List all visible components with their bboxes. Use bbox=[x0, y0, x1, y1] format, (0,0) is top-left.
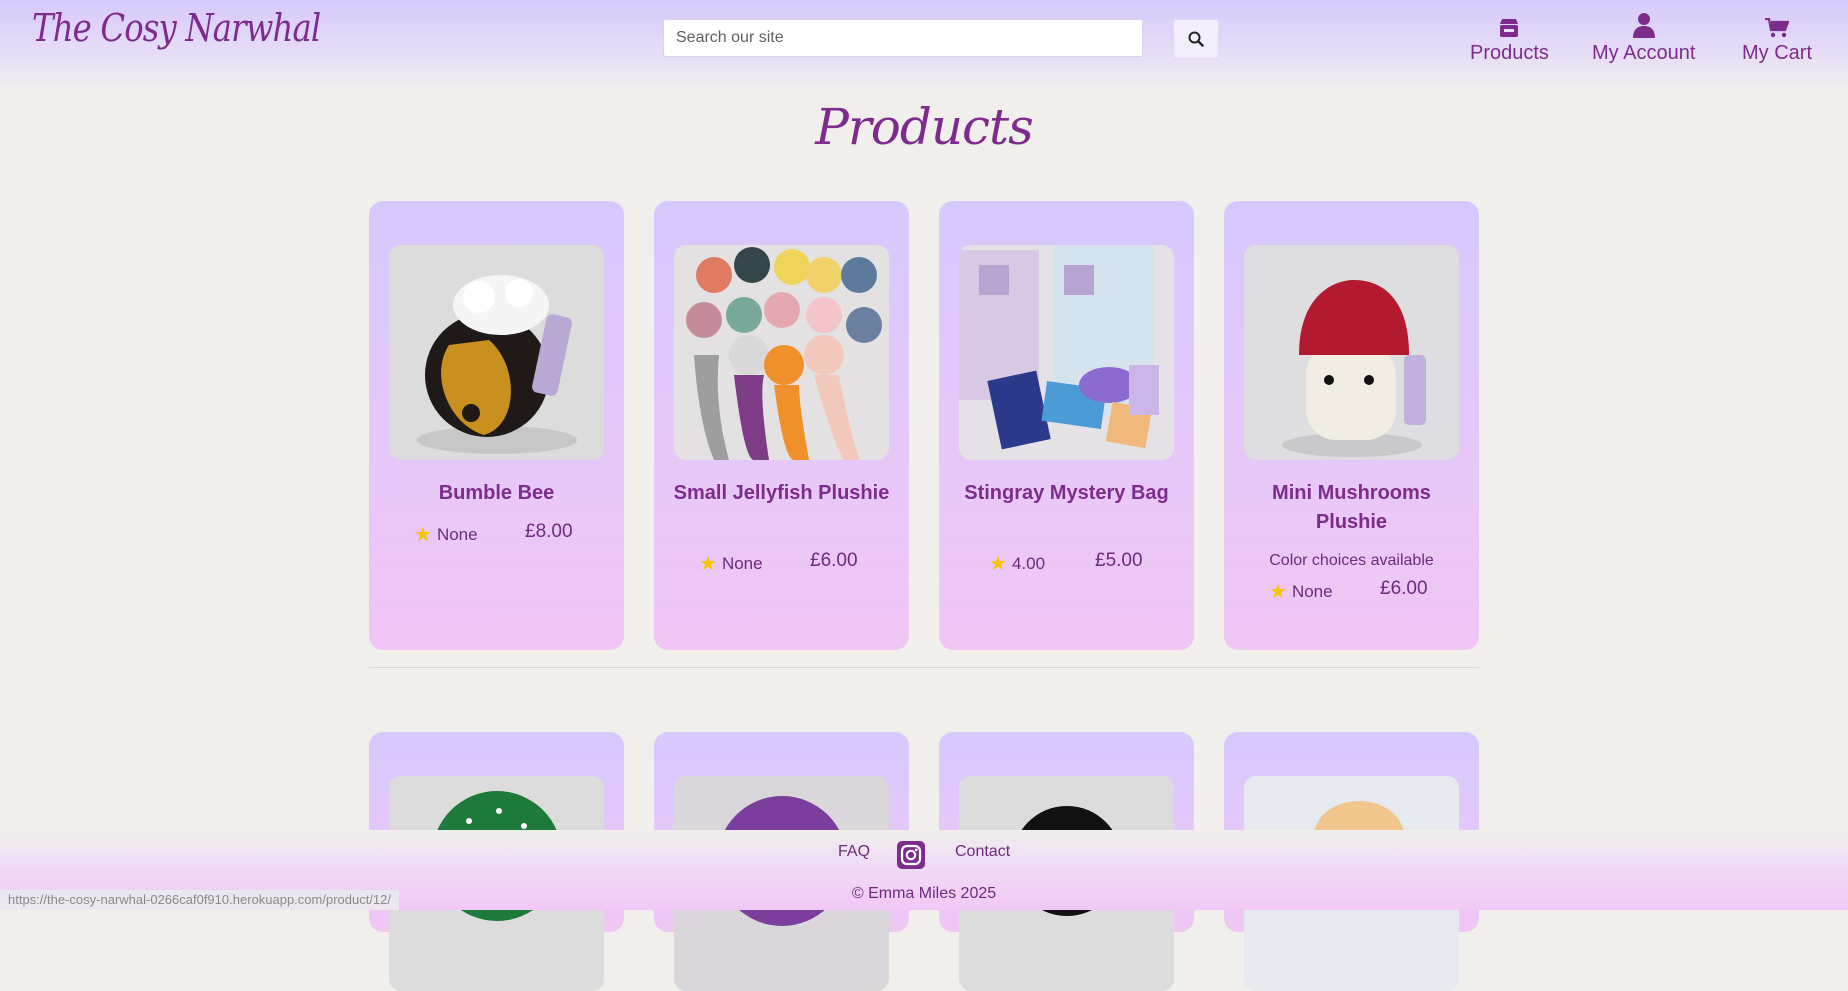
instagram-link[interactable] bbox=[897, 841, 925, 869]
product-price: £6.00 bbox=[1380, 578, 1428, 599]
product-image[interactable] bbox=[959, 245, 1174, 460]
product-card[interactable]: Stingray Mystery Bag ★ 4.00 £5.00 bbox=[939, 201, 1194, 650]
product-image[interactable] bbox=[389, 245, 604, 460]
site-logo[interactable]: The Cosy Narwhal bbox=[32, 6, 321, 50]
product-image[interactable] bbox=[674, 245, 889, 460]
star-icon: ★ bbox=[414, 524, 432, 546]
cart-icon bbox=[1765, 18, 1789, 38]
star-icon: ★ bbox=[989, 553, 1007, 575]
product-price: £8.00 bbox=[525, 521, 573, 542]
star-icon: ★ bbox=[699, 553, 717, 575]
product-rating: ★ None bbox=[414, 522, 478, 547]
contact-link[interactable]: Contact bbox=[955, 843, 1010, 861]
nav-my-cart[interactable]: My Cart bbox=[1742, 10, 1812, 65]
faq-link[interactable]: FAQ bbox=[838, 843, 870, 861]
instagram-icon bbox=[900, 844, 922, 866]
nav-my-account-label: My Account bbox=[1592, 42, 1696, 64]
product-name[interactable]: Stingray Mystery Bag bbox=[949, 479, 1184, 508]
nav-my-account[interactable]: My Account bbox=[1592, 10, 1695, 65]
search-button[interactable] bbox=[1173, 19, 1219, 59]
nav-products[interactable]: Products bbox=[1470, 10, 1549, 65]
product-rating-value: 4.00 bbox=[1011, 553, 1046, 573]
product-rating-value: None bbox=[721, 553, 763, 573]
search-input[interactable] bbox=[663, 19, 1143, 57]
store-icon bbox=[1500, 19, 1519, 37]
product-name[interactable]: Mini Mushrooms Plushie bbox=[1234, 479, 1469, 537]
search-icon bbox=[1188, 31, 1204, 47]
nav-products-label: Products bbox=[1470, 42, 1549, 64]
product-rating: ★ 4.00 bbox=[989, 551, 1045, 576]
nav-my-cart-label: My Cart bbox=[1742, 42, 1812, 64]
product-note: Color choices available bbox=[1269, 552, 1434, 569]
product-name[interactable]: Bumble Bee bbox=[379, 479, 614, 508]
product-card[interactable]: Mini Mushrooms Plushie Color choices ava… bbox=[1224, 201, 1479, 650]
product-rating: ★ None bbox=[1269, 579, 1333, 604]
star-icon: ★ bbox=[1269, 581, 1287, 603]
product-image[interactable] bbox=[1244, 245, 1459, 460]
product-price: £5.00 bbox=[1095, 550, 1143, 571]
row-divider bbox=[369, 667, 1479, 668]
site-header: The Cosy Narwhal Products My Account bbox=[0, 0, 1848, 92]
product-rating: ★ None bbox=[699, 551, 763, 576]
user-icon bbox=[1632, 13, 1655, 38]
browser-status-url: https://the-cosy-narwhal-0266caf0f910.he… bbox=[0, 890, 400, 910]
product-rating-value: None bbox=[436, 524, 478, 544]
product-name[interactable]: Small Jellyfish Plushie bbox=[664, 479, 899, 508]
product-card[interactable]: Bumble Bee ★ None £8.00 bbox=[369, 201, 624, 650]
product-card[interactable]: Small Jellyfish Plushie ★ None £6.00 bbox=[654, 201, 909, 650]
page-title: Products bbox=[815, 98, 1034, 156]
product-rating-value: None bbox=[1291, 581, 1333, 601]
product-price: £6.00 bbox=[810, 550, 858, 571]
